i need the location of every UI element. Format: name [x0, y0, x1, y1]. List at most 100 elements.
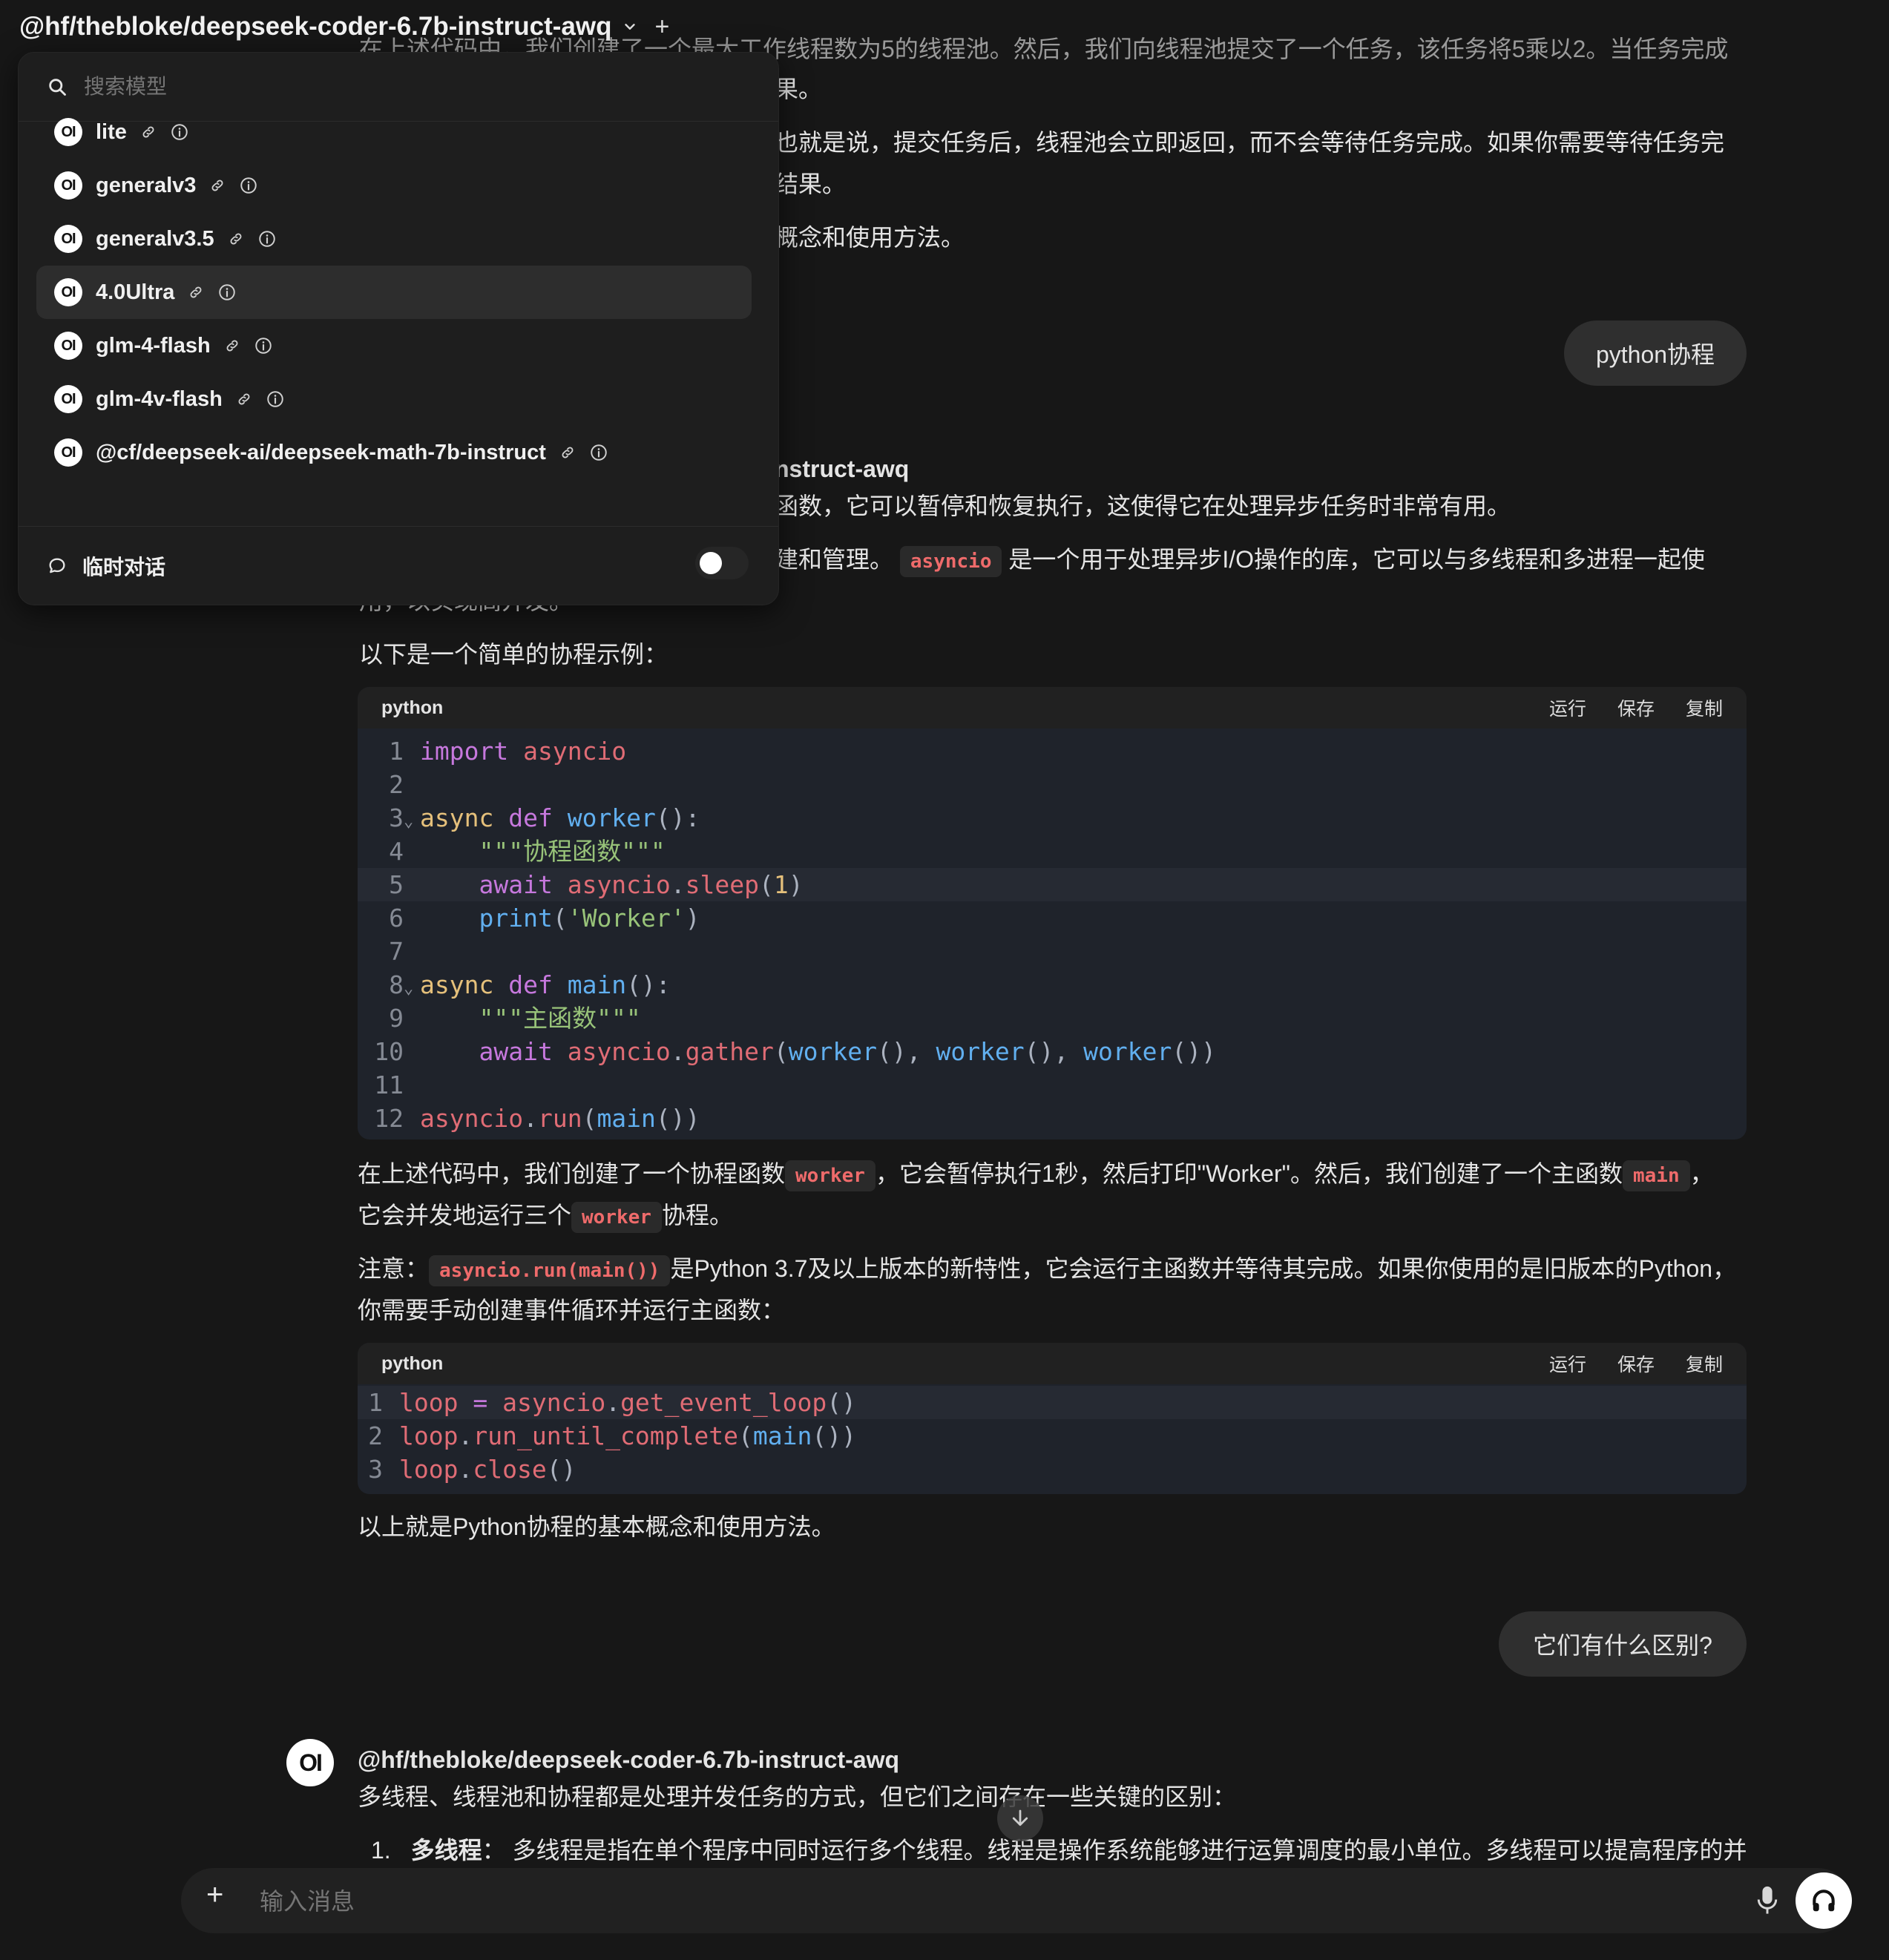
assistant-avatar: OI [286, 1739, 334, 1786]
user-message-text: 它们有什么区别? [1533, 1632, 1712, 1659]
message-input-bar: + [181, 1868, 1852, 1933]
search-input[interactable] [82, 74, 679, 99]
code-editor[interactable]: 1 loop = asyncio.get_event_loop() 2 loop… [358, 1384, 1747, 1486]
fold-chevron-icon[interactable]: ⌄ [404, 805, 420, 838]
code-block: python 运行 保存 复制 1 import asyncio 2 3⌄ asy… [358, 687, 1747, 1140]
fold-chevron-icon[interactable]: ⌄ [404, 972, 420, 1005]
headphones-icon [1813, 1890, 1835, 1912]
copy-button[interactable]: 复制 [1686, 1350, 1723, 1377]
code-line: 3 loop.close() [368, 1455, 576, 1484]
code-editor[interactable]: 1 import asyncio 2 3⌄ async def worker():… [358, 729, 1747, 1135]
assistant-name: nstruct-awq [775, 456, 910, 482]
code-line: 2 [389, 770, 404, 799]
save-button[interactable]: 保存 [1617, 694, 1655, 721]
model-name: generalv3 [96, 173, 197, 197]
model-logo: OI [54, 278, 82, 306]
model-title[interactable]: @hf/thebloke/deepseek-coder-6.7b-instruc… [19, 12, 611, 42]
voice-mode-button[interactable] [1796, 1872, 1852, 1929]
code-line: 7 [389, 937, 404, 966]
info-icon[interactable] [266, 389, 285, 409]
model-item[interactable]: OI @cf/deepseek-ai/deepseek-math-7b-instr… [36, 426, 752, 479]
code-line: 11 [374, 1071, 404, 1099]
microphone-icon[interactable] [1754, 1884, 1781, 1917]
list-number: 1. [371, 1837, 391, 1864]
list-item-title: 多线程 [410, 1837, 482, 1864]
code-language-label: python [381, 697, 444, 718]
model-dropdown: OI lite OI generalv3 OI generalv3.5 OI 4.0Ultra… [18, 52, 779, 605]
model-item[interactable]: OI lite [36, 105, 752, 159]
chevron-down-icon[interactable] [622, 19, 638, 35]
code-language-label: python [381, 1352, 444, 1374]
note-line: 注意： asyncio.run(main()) 是Python 3.7及以上版本的新… [358, 1248, 1736, 1289]
assistant-name: @hf/thebloke/deepseek-coder-6.7b-instruc… [358, 1746, 900, 1773]
toggle-knob [700, 552, 722, 574]
link-icon[interactable] [186, 283, 206, 302]
response-text-span: 建和管理。 [775, 546, 894, 573]
info-icon[interactable] [239, 176, 258, 195]
link-icon[interactable] [139, 122, 158, 142]
code-line: 3⌄ async def worker(): [358, 801, 1747, 835]
code-block: python 运行 保存 复制 1 loop = asyncio.get_eve… [358, 1343, 1747, 1494]
model-item[interactable]: OI generalv3.5 [36, 212, 752, 266]
model-item[interactable]: OI glm-4v-flash [36, 372, 752, 426]
attach-plus-button[interactable]: + [206, 1878, 223, 1912]
copy-button[interactable]: 复制 [1686, 694, 1723, 721]
message-input[interactable] [258, 1880, 1745, 1923]
run-button[interactable]: 运行 [1549, 694, 1586, 721]
text-span: 是Python 3.7及以上版本的新特性，它会运行主函数并等待其完成。如果你使用… [670, 1255, 1737, 1282]
info-icon[interactable] [257, 229, 277, 249]
link-icon[interactable] [558, 443, 577, 462]
model-name: generalv3.5 [96, 226, 214, 251]
code-line: 1 loop = asyncio.get_event_loop() [358, 1386, 1747, 1419]
code-line: 1 import asyncio [389, 737, 627, 766]
info-icon[interactable] [589, 443, 608, 462]
text-span: 协程。 [661, 1202, 733, 1229]
explanation-line: 在上述代码中，我们创建了一个协程函数 worker ，它会暂停执行1秒，然后打印"W… [358, 1153, 1714, 1194]
link-icon[interactable] [234, 389, 254, 409]
prev-text-line: 概念和使用方法。 [775, 224, 965, 251]
prev-text-line: 果。 [775, 76, 823, 102]
temp-chat-toggle[interactable] [695, 547, 749, 579]
inline-code: asyncio.run(main()) [429, 1254, 671, 1286]
plus-icon[interactable]: + [654, 13, 669, 42]
link-icon[interactable] [226, 229, 246, 249]
model-logo: OI [54, 118, 82, 146]
link-icon[interactable] [208, 176, 227, 195]
inline-code: worker [571, 1201, 662, 1233]
code-line: 12 asyncio.run(main()) [374, 1104, 700, 1133]
link-icon[interactable] [223, 336, 242, 355]
save-button[interactable]: 保存 [1617, 1350, 1655, 1377]
scroll-down-button[interactable] [997, 1795, 1043, 1841]
example-intro: 以下是一个简单的协程示例： [359, 641, 668, 668]
model-selector[interactable]: @hf/thebloke/deepseek-coder-6.7b-instruc… [19, 7, 669, 46]
code-line: 9 """主函数""" [389, 1004, 641, 1033]
model-logo: OI [54, 438, 82, 467]
model-logo: OI [54, 171, 82, 200]
model-name: 4.0Ultra [96, 280, 175, 304]
run-button[interactable]: 运行 [1549, 1350, 1586, 1377]
text-span: 在上述代码中，我们创建了一个协程函数 [358, 1160, 786, 1187]
info-icon[interactable] [217, 283, 237, 302]
code-line: 6 print('Worker') [389, 904, 700, 933]
code-line: 5 await asyncio.sleep(1) [358, 868, 1747, 901]
answer-list-item: 1. 多线程： 多线程是指在单个程序中同时运行多个线程。线程是操作系统能够进行运… [371, 1829, 1747, 1871]
answer-intro: 多线程、线程池和协程都是处理并发任务的方式，但它们之间存在一些关键的区别： [358, 1783, 1237, 1810]
text-span: ，它会暂停执行1秒，然后打印"Worker"。然后，我们创建了一个主函数 [875, 1160, 1623, 1187]
code-line: 10 await asyncio.gather(worker(), worker… [374, 1037, 1216, 1066]
info-icon[interactable] [170, 122, 189, 142]
model-logo: OI [54, 385, 82, 413]
model-item[interactable]: OI generalv3 [36, 159, 752, 212]
model-item[interactable]: OI glm-4-flash [36, 319, 752, 372]
model-name: lite [96, 119, 127, 144]
response-text-span: 是一个用于处理异步I/O操作的库，它可以与多线程和多进程一起使 [1008, 546, 1706, 573]
chat-bubble-icon [49, 558, 65, 573]
temp-chat-row: 临时对话 [47, 551, 165, 581]
model-name: glm-4v-flash [96, 387, 223, 411]
info-icon[interactable] [254, 336, 273, 355]
code-block-header: python 运行 保存 复制 [358, 1343, 1747, 1384]
response-text-line: 函数，它可以暂停和恢复执行，这使得它在处理异步任务时非常有用。 [775, 493, 1511, 519]
user-message-text: python协程 [1595, 341, 1715, 368]
code-block-header: python 运行 保存 复制 [358, 687, 1747, 729]
model-item[interactable]: OI 4.0Ultra [36, 266, 752, 319]
note-label: 注意： [358, 1255, 430, 1282]
